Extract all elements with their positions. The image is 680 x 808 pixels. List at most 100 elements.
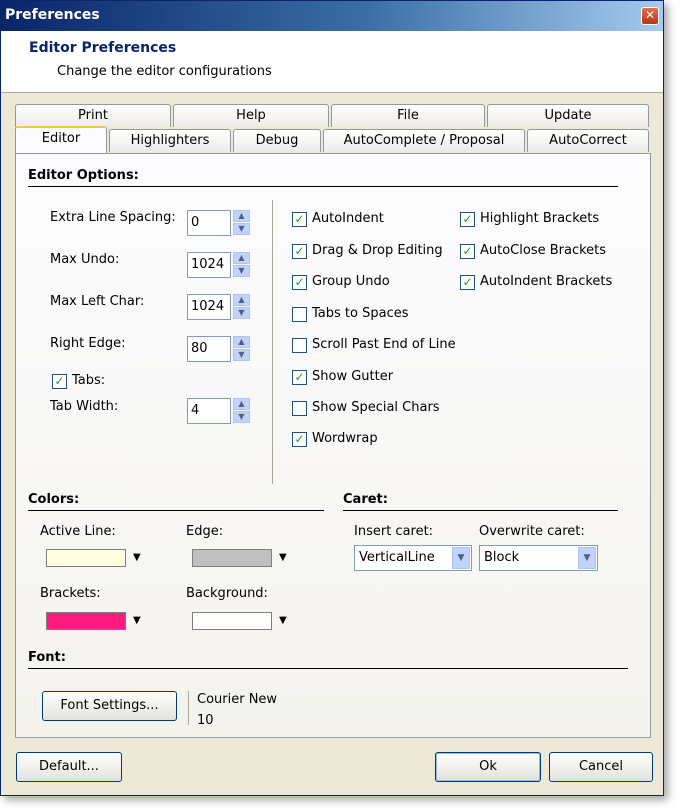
edge-color-swatch[interactable] xyxy=(192,549,272,567)
overwrite-caret-label: Overwrite caret: xyxy=(479,524,585,539)
checkbox-empty[interactable] xyxy=(292,307,307,322)
tab-autocorrect[interactable]: AutoCorrect xyxy=(527,129,649,152)
tab-width-input[interactable]: 4 xyxy=(187,398,231,424)
options-separator xyxy=(272,200,273,484)
max-left-char-label: Max Left Char: xyxy=(50,294,145,309)
insert-caret-label: Insert caret: xyxy=(354,524,434,539)
autoclose-brackets-label: AutoClose Brackets xyxy=(480,243,607,258)
tab-autocomplete-proposal[interactable]: AutoComplete / Proposal xyxy=(323,129,525,152)
dropdown-arrow-icon[interactable]: ▼ xyxy=(279,552,287,563)
default-button[interactable]: Default... xyxy=(16,752,122,782)
spin-down-icon[interactable]: ▼ xyxy=(233,307,250,319)
chevron-down-icon[interactable]: ▼ xyxy=(578,547,596,569)
wordwrap-label: Wordwrap xyxy=(312,431,378,446)
tab-row-front: Editor Highlighters Debug AutoComplete /… xyxy=(15,126,655,153)
checkbox-empty[interactable] xyxy=(292,401,307,416)
brackets-label: Brackets: xyxy=(40,586,101,601)
editor-options-title: Editor Options: xyxy=(28,168,139,183)
max-undo-spinner[interactable]: 1024 ▲ ▼ xyxy=(187,252,251,278)
spin-up-icon[interactable]: ▲ xyxy=(233,252,250,264)
tabs-label: Tabs: xyxy=(72,373,106,388)
highlight-brackets-label: Highlight Brackets xyxy=(480,211,600,226)
edge-label: Edge: xyxy=(186,524,224,539)
editor-tab-panel: Editor Options: Extra Line Spacing: 0 ▲ … xyxy=(15,153,651,738)
checkmark-icon[interactable]: ✓ xyxy=(460,275,475,290)
right-edge-input[interactable]: 80 xyxy=(187,336,231,362)
max-left-char-spinner[interactable]: 1024 ▲ ▼ xyxy=(187,294,251,320)
tab-print[interactable]: Print xyxy=(15,104,171,127)
tab-help[interactable]: Help xyxy=(173,104,329,127)
insert-caret-select[interactable]: VerticalLine ▼ xyxy=(354,545,472,571)
tab-width-spinner[interactable]: 4 ▲ ▼ xyxy=(187,398,251,424)
dropdown-arrow-icon[interactable]: ▼ xyxy=(279,615,287,626)
checkbox-empty[interactable] xyxy=(292,338,307,353)
font-separator xyxy=(188,691,189,725)
colors-title: Colors: xyxy=(28,492,80,507)
spin-up-icon[interactable]: ▲ xyxy=(233,210,250,222)
font-size: 10 xyxy=(197,713,214,728)
checkmark-icon[interactable]: ✓ xyxy=(460,212,475,227)
brackets-color-swatch[interactable] xyxy=(46,612,126,630)
checkmark-icon[interactable]: ✓ xyxy=(292,212,307,227)
overwrite-caret-select[interactable]: Block ▼ xyxy=(479,545,598,571)
close-icon[interactable]: ✕ xyxy=(641,7,659,25)
checkmark-icon[interactable]: ✓ xyxy=(460,244,475,259)
spin-down-icon[interactable]: ▼ xyxy=(233,223,250,235)
group-undo-label: Group Undo xyxy=(312,274,390,289)
preferences-dialog: Preferences ✕ Editor Preferences Change … xyxy=(0,0,664,796)
show-gutter-label: Show Gutter xyxy=(312,369,394,384)
checkmark-icon[interactable]: ✓ xyxy=(292,432,307,447)
spin-up-icon[interactable]: ▲ xyxy=(233,336,250,348)
font-title: Font: xyxy=(28,650,66,665)
max-left-char-input[interactable]: 1024 xyxy=(187,294,231,320)
right-edge-label: Right Edge: xyxy=(50,336,126,351)
drag-drop-editing-label: Drag & Drop Editing xyxy=(312,243,443,258)
chevron-down-icon[interactable]: ▼ xyxy=(452,547,470,569)
tabs-to-spaces-label: Tabs to Spaces xyxy=(312,306,409,321)
window-title: Preferences xyxy=(5,7,100,23)
cancel-button[interactable]: Cancel xyxy=(549,752,653,782)
autoindent-brackets-label: AutoIndent Brackets xyxy=(480,274,613,289)
checkmark-icon[interactable]: ✓ xyxy=(292,275,307,290)
autoindent-label: AutoIndent xyxy=(312,211,384,226)
max-undo-input[interactable]: 1024 xyxy=(187,252,231,278)
dropdown-arrow-icon[interactable]: ▼ xyxy=(133,552,141,563)
extra-line-spacing-input[interactable]: 0 xyxy=(187,210,231,236)
scroll-past-end-label: Scroll Past End of Line xyxy=(312,337,456,352)
title-bar[interactable]: Preferences ✕ xyxy=(1,1,663,31)
spin-down-icon[interactable]: ▼ xyxy=(233,411,250,423)
tab-update[interactable]: Update xyxy=(487,104,649,127)
insert-caret-value: VerticalLine xyxy=(359,550,435,565)
max-undo-label: Max Undo: xyxy=(50,252,120,267)
tab-file[interactable]: File xyxy=(331,104,485,127)
extra-line-spacing-spinner[interactable]: 0 ▲ ▼ xyxy=(187,210,251,236)
spin-up-icon[interactable]: ▲ xyxy=(233,294,250,306)
spin-down-icon[interactable]: ▼ xyxy=(233,349,250,361)
right-edge-spinner[interactable]: 80 ▲ ▼ xyxy=(187,336,251,362)
checkmark-icon[interactable]: ✓ xyxy=(292,370,307,385)
spin-down-icon[interactable]: ▼ xyxy=(233,265,250,277)
background-color-swatch[interactable] xyxy=(192,612,272,630)
spin-up-icon[interactable]: ▲ xyxy=(233,398,250,410)
font-divider xyxy=(28,668,628,669)
tab-editor[interactable]: Editor xyxy=(15,126,107,153)
tab-debug[interactable]: Debug xyxy=(233,129,321,152)
overwrite-caret-value: Block xyxy=(484,550,520,565)
checkmark-icon[interactable]: ✓ xyxy=(292,244,307,259)
caret-divider xyxy=(343,510,618,511)
font-name: Courier New xyxy=(197,692,278,707)
tab-highlighters[interactable]: Highlighters xyxy=(109,129,231,152)
dropdown-arrow-icon[interactable]: ▼ xyxy=(133,615,141,626)
show-special-chars-label: Show Special Chars xyxy=(312,400,440,415)
editor-options-divider xyxy=(28,186,618,187)
ok-button[interactable]: Ok xyxy=(435,752,541,782)
dialog-header: Editor Preferences Change the editor con… xyxy=(1,31,663,93)
header-subtitle: Change the editor configurations xyxy=(57,64,272,79)
background-label: Background: xyxy=(186,586,268,601)
tab-row-back: Print Help File Update xyxy=(15,104,655,128)
active-line-color-swatch[interactable] xyxy=(46,549,126,567)
header-title: Editor Preferences xyxy=(29,40,177,56)
font-settings-button[interactable]: Font Settings... xyxy=(42,691,177,721)
colors-divider xyxy=(28,510,324,511)
checkmark-icon[interactable]: ✓ xyxy=(52,374,67,389)
